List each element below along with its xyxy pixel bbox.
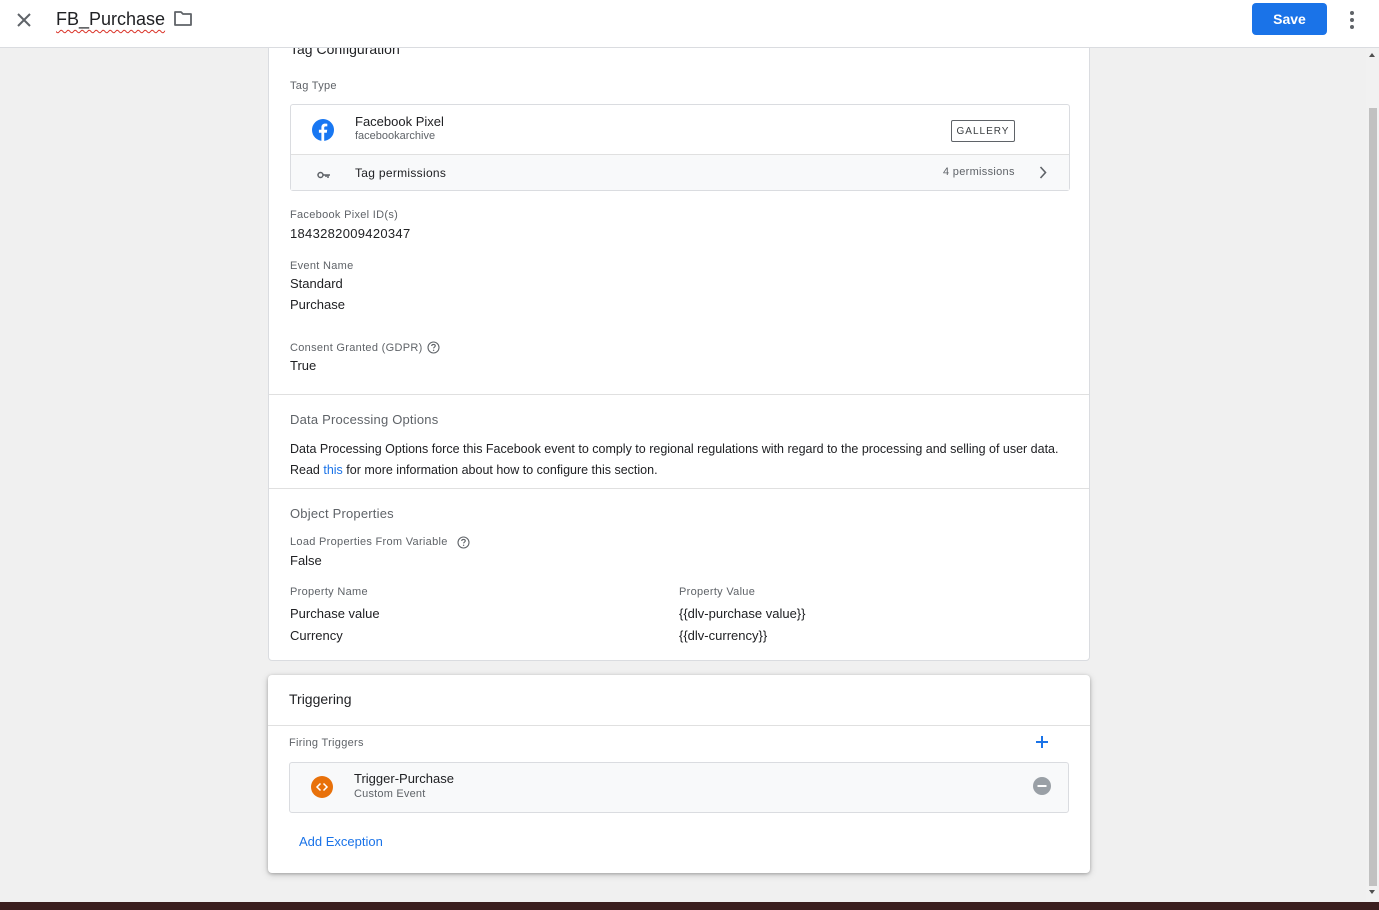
object-properties-title: Object Properties <box>290 506 394 521</box>
save-button[interactable]: Save <box>1252 3 1327 35</box>
help-icon[interactable] <box>427 341 440 359</box>
trigger-item[interactable]: Trigger-Purchase Custom Event <box>289 762 1069 813</box>
dpo-title: Data Processing Options <box>290 412 439 427</box>
trigger-type: Custom Event <box>354 788 426 800</box>
property-value-header: Property Value <box>679 586 756 598</box>
trigger-name: Trigger-Purchase <box>354 771 454 786</box>
property-value: {{dlv-purchase value}} <box>679 606 806 621</box>
folder-icon[interactable] <box>173 10 193 33</box>
triggering-title: Triggering <box>289 691 352 707</box>
dpo-text-after: for more information about how to config… <box>342 463 658 477</box>
property-name-header: Property Name <box>290 586 368 598</box>
property-name: Purchase value <box>290 606 380 621</box>
gallery-button[interactable]: GALLERY <box>951 120 1015 142</box>
add-trigger-icon[interactable] <box>1035 735 1049 754</box>
top-bar: FB_Purchase Save <box>0 0 1379 48</box>
tag-type-row[interactable]: Facebook Pixel facebookarchive GALLERY <box>291 105 1069 154</box>
property-value: {{dlv-currency}} <box>679 628 768 643</box>
scrollbar[interactable] <box>1366 48 1379 902</box>
tag-type-name: Facebook Pixel <box>355 114 444 129</box>
divider <box>268 725 1090 726</box>
load-props-value: False <box>290 553 322 568</box>
property-name: Currency <box>290 628 343 643</box>
triggering-card: Triggering Firing Triggers Trigger-Purch… <box>268 675 1090 873</box>
tag-type-vendor: facebookarchive <box>355 130 436 142</box>
scroll-up-icon[interactable] <box>1369 53 1375 57</box>
consent-label: Consent Granted (GDPR) <box>290 342 423 354</box>
tag-permissions-label: Tag permissions <box>355 166 447 180</box>
close-icon[interactable] <box>12 8 36 32</box>
firing-triggers-label: Firing Triggers <box>289 737 364 749</box>
tag-type-box: Facebook Pixel facebookarchive GALLERY T… <box>290 104 1070 191</box>
load-props-label: Load Properties From Variable <box>290 536 448 548</box>
divider <box>269 488 1089 489</box>
add-exception-link[interactable]: Add Exception <box>299 834 383 849</box>
scroll-down-icon[interactable] <box>1369 890 1375 894</box>
taskbar <box>0 902 1379 910</box>
tag-type-label: Tag Type <box>290 80 337 92</box>
scroll-thumb[interactable] <box>1369 108 1377 886</box>
event-name-type: Standard <box>290 276 343 291</box>
tag-configuration-card: Tag Configuration Tag Type Facebook Pixe… <box>268 20 1090 661</box>
pixel-id-label: Facebook Pixel ID(s) <box>290 209 399 221</box>
tag-permissions-row[interactable]: Tag permissions 4 permissions <box>291 154 1069 190</box>
facebook-icon <box>312 119 334 146</box>
chevron-right-icon <box>1039 166 1047 184</box>
remove-trigger-icon[interactable] <box>1033 777 1051 800</box>
event-name-label: Event Name <box>290 260 354 272</box>
tag-name-input[interactable]: FB_Purchase <box>56 9 165 30</box>
custom-event-icon <box>311 776 333 803</box>
dpo-link[interactable]: this <box>323 463 342 477</box>
pixel-id-value: 1843282009420347 <box>290 226 411 241</box>
event-name-value: Purchase <box>290 297 345 312</box>
permissions-count: 4 permissions <box>943 166 1015 178</box>
divider <box>269 394 1089 395</box>
help-icon[interactable] <box>457 536 470 554</box>
key-icon <box>317 167 331 185</box>
consent-value: True <box>290 358 317 373</box>
dpo-description: Data Processing Options force this Faceb… <box>290 439 1080 481</box>
more-vert-icon[interactable] <box>1342 8 1362 32</box>
